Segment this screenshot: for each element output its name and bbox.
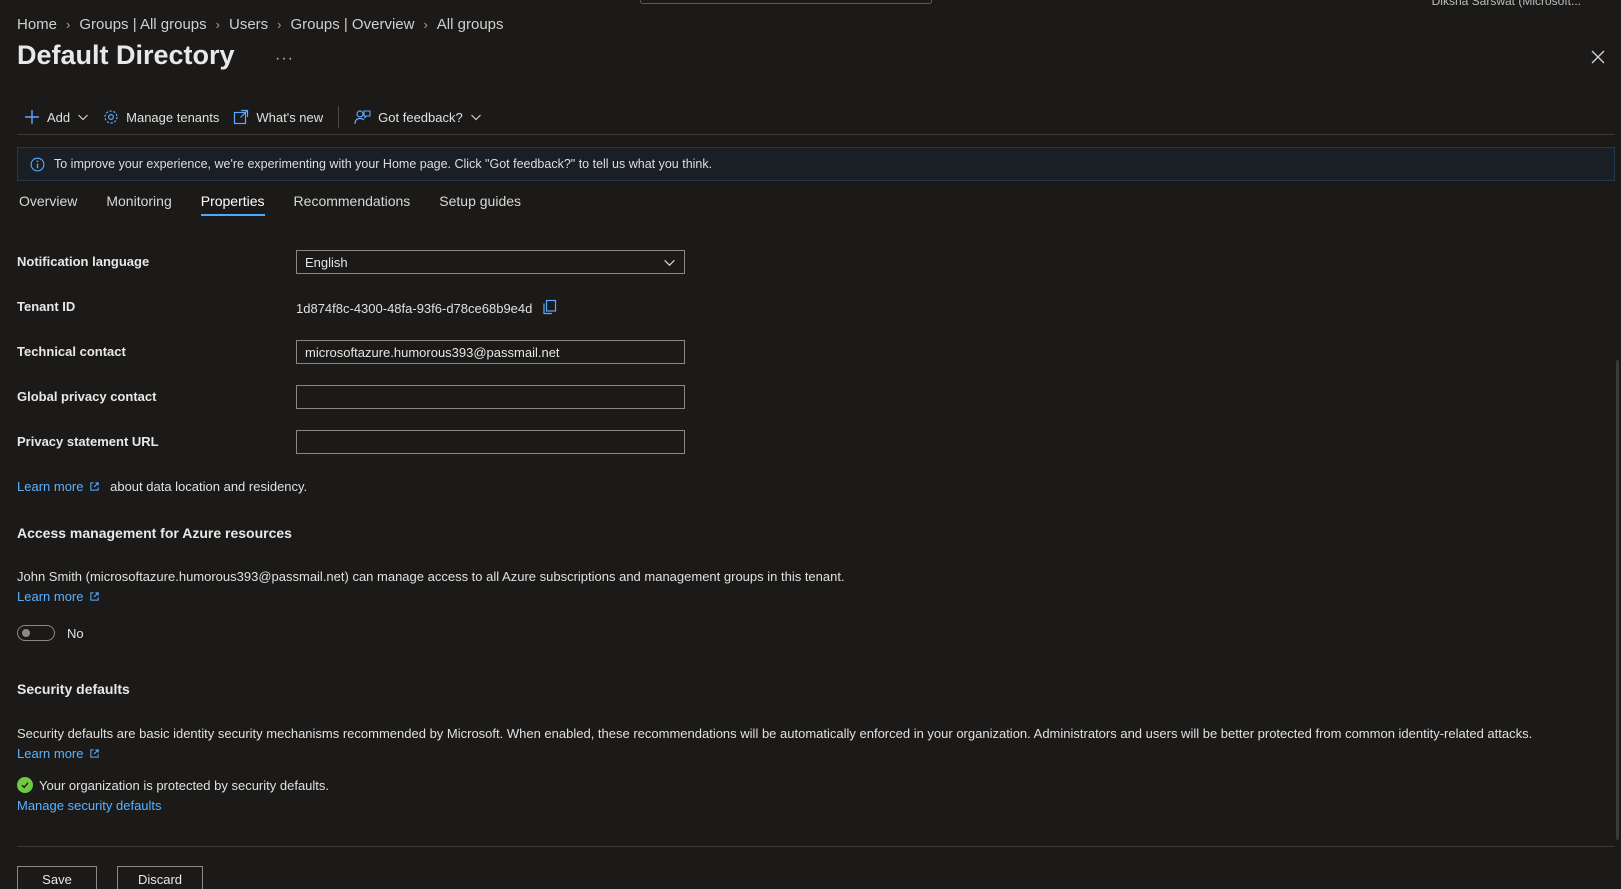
feedback-icon: [354, 110, 371, 125]
breadcrumb-groups-all-groups[interactable]: Groups | All groups: [79, 16, 206, 33]
breadcrumb-users[interactable]: Users: [229, 16, 268, 33]
close-icon: [1591, 50, 1605, 64]
footer-divider: [17, 846, 1615, 847]
external-link-icon: [90, 592, 100, 601]
account-name[interactable]: Diksha Sarswat (Microsoft...: [1432, 0, 1581, 8]
manage-security-defaults-link[interactable]: Manage security defaults: [17, 798, 162, 813]
tab-setup-guides[interactable]: Setup guides: [439, 193, 521, 216]
close-button[interactable]: [1589, 48, 1607, 66]
tab-strip: Overview Monitoring Properties Recommend…: [19, 193, 521, 216]
security-defaults-status-text: Your organization is protected by securi…: [39, 777, 330, 793]
access-management-heading: Access management for Azure resources: [17, 525, 292, 541]
notification-language-value: English: [305, 254, 348, 270]
privacy-statement-url-input[interactable]: [296, 430, 685, 454]
info-icon: [30, 157, 45, 171]
tab-overview[interactable]: Overview: [19, 193, 77, 216]
breadcrumb-separator: ›: [215, 17, 220, 32]
security-defaults-description: Security defaults are basic identity sec…: [17, 726, 1533, 741]
breadcrumb: Home › Groups | All groups › Users › Gro…: [17, 16, 504, 33]
global-privacy-contact-label: Global privacy contact: [17, 389, 157, 404]
technical-contact-label: Technical contact: [17, 344, 126, 359]
external-window-icon: [234, 109, 249, 125]
access-management-link-line: Learn more: [17, 589, 100, 604]
breadcrumb-home[interactable]: Home: [17, 16, 57, 33]
manage-security-defaults-line: Manage security defaults: [17, 798, 162, 813]
page-title: Default Directory: [17, 40, 235, 70]
notification-language-label: Notification language: [17, 254, 150, 269]
security-defaults-heading: Security defaults: [17, 681, 130, 697]
access-management-learn-more-link[interactable]: Learn more: [17, 589, 100, 604]
add-button-label: Add: [47, 109, 71, 125]
got-feedback-button[interactable]: Got feedback?: [347, 104, 489, 130]
learn-more-label: Learn more: [17, 479, 84, 494]
access-management-toggle[interactable]: [17, 625, 55, 641]
tenant-id-row: 1d874f8c-4300-48fa-93f6-d78ce68b9e4d: [296, 299, 557, 318]
gear-icon: [104, 110, 118, 124]
access-management-description: John Smith (microsoftazure.humorous393@p…: [17, 569, 845, 584]
notification-language-dropdown[interactable]: English: [296, 250, 685, 274]
whats-new-button[interactable]: What's new: [226, 104, 330, 130]
chevron-down-icon: [78, 114, 89, 121]
success-check-icon: [17, 777, 33, 793]
tenant-id-label: Tenant ID: [17, 299, 76, 314]
info-banner: To improve your experience, we're experi…: [17, 147, 1615, 181]
global-privacy-contact-input[interactable]: [296, 385, 685, 409]
more-options-button[interactable]: ···: [275, 50, 294, 68]
save-button[interactable]: Save: [17, 866, 97, 889]
data-location-learn-more-link[interactable]: Learn more: [17, 479, 100, 494]
breadcrumb-separator: ›: [423, 17, 428, 32]
plus-icon: [25, 110, 39, 124]
learn-more-label: Learn more: [17, 746, 84, 761]
command-divider: [338, 106, 340, 128]
chevron-down-icon: [470, 114, 481, 121]
tab-properties[interactable]: Properties: [200, 193, 265, 216]
security-defaults-learn-more-link[interactable]: Learn more: [17, 746, 100, 761]
global-search-box[interactable]: [640, 0, 932, 4]
add-button[interactable]: Add: [17, 104, 96, 130]
manage-tenants-button[interactable]: Manage tenants: [96, 104, 226, 130]
whats-new-label: What's new: [256, 109, 324, 125]
data-location-text: about data location and residency.: [110, 479, 308, 494]
learn-more-label: Learn more: [17, 589, 84, 604]
tab-monitoring[interactable]: Monitoring: [106, 193, 171, 216]
page-scrollbar[interactable]: [1616, 360, 1619, 840]
got-feedback-label: Got feedback?: [378, 109, 463, 125]
tenant-id-value: 1d874f8c-4300-48fa-93f6-d78ce68b9e4d: [296, 301, 533, 316]
command-bar: Add Manage tenants What's new Got feedba…: [17, 104, 489, 130]
toggle-state-label: No: [67, 625, 84, 641]
discard-button[interactable]: Discard: [117, 866, 203, 889]
data-location-line: Learn more about data location and resid…: [17, 479, 307, 494]
privacy-statement-url-label: Privacy statement URL: [17, 434, 159, 449]
technical-contact-input[interactable]: [296, 340, 685, 364]
breadcrumb-groups-overview[interactable]: Groups | Overview: [291, 16, 415, 33]
breadcrumb-all-groups[interactable]: All groups: [437, 16, 504, 33]
breadcrumb-separator: ›: [277, 17, 282, 32]
copy-to-clipboard-button[interactable]: [542, 299, 557, 318]
copy-icon: [543, 299, 557, 315]
breadcrumb-separator: ›: [66, 17, 71, 32]
info-banner-text: To improve your experience, we're experi…: [54, 157, 713, 171]
chevron-down-icon: [664, 259, 675, 266]
manage-tenants-label: Manage tenants: [126, 109, 220, 125]
access-management-toggle-row: No: [17, 625, 84, 641]
external-link-icon: [90, 749, 100, 758]
tab-recommendations[interactable]: Recommendations: [294, 193, 411, 216]
toggle-knob: [22, 629, 30, 637]
security-defaults-link-line: Learn more: [17, 746, 100, 761]
external-link-icon: [90, 482, 100, 491]
security-defaults-status: Your organization is protected by securi…: [17, 777, 329, 793]
command-bar-divider: [17, 134, 1615, 135]
